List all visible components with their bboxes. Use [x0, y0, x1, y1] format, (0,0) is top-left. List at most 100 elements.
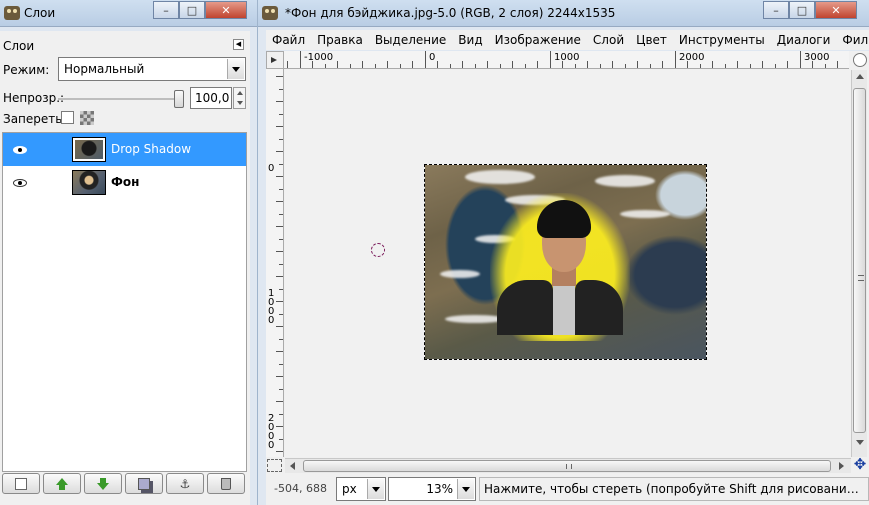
opacity-track — [58, 98, 182, 100]
ruler-tick — [276, 176, 283, 177]
delete-layer-icon — [221, 478, 231, 490]
ruler-menu-button[interactable] — [266, 51, 284, 69]
ruler-tick — [637, 61, 638, 68]
raise-layer-button[interactable] — [43, 473, 81, 494]
ruler-tick — [287, 61, 288, 68]
scroll-thumb[interactable] — [853, 88, 866, 433]
dock-title: Слои — [3, 39, 35, 53]
menu-view[interactable]: Вид — [452, 30, 488, 50]
ruler-tick — [424, 51, 426, 68]
ruler-tick — [276, 151, 283, 152]
ruler-tick — [837, 61, 838, 68]
vertical-scrollbar[interactable] — [851, 70, 867, 457]
scroll-thumb[interactable] — [303, 460, 831, 472]
mode-label: Режим: — [3, 63, 50, 77]
layer-row[interactable]: Фон — [3, 166, 246, 199]
ruler-tick — [799, 51, 801, 68]
scroll-left-icon[interactable] — [290, 462, 295, 470]
horizontal-ruler[interactable]: -1000 0 1000 2000 3000 — [284, 51, 849, 69]
duplicate-layer-icon — [138, 478, 150, 490]
ruler-label: 2000 — [679, 52, 705, 63]
status-message: Нажмите, чтобы стереть (попробуйте Shift… — [479, 477, 869, 501]
unit-select[interactable]: px — [336, 477, 386, 501]
minimize-button[interactable]: – — [763, 1, 789, 19]
ruler-tick — [324, 64, 326, 68]
ruler-tick — [774, 64, 776, 68]
layer-button-bar: ⚓ — [2, 473, 249, 497]
menu-dialogs[interactable]: Диалоги — [771, 30, 837, 50]
maximize-button[interactable]: □ — [789, 1, 815, 19]
image-titlebar[interactable]: *Фон для бэйджика.jpg-5.0 (RGB, 2 слоя) … — [258, 0, 869, 27]
ruler-tick — [499, 64, 501, 68]
ruler-tick — [787, 61, 788, 68]
chevron-down-icon[interactable] — [457, 479, 474, 499]
duplicate-layer-button[interactable] — [125, 473, 163, 494]
ruler-tick — [276, 76, 283, 77]
layer-row[interactable]: Drop Shadow — [3, 133, 246, 166]
image-canvas[interactable] — [285, 70, 850, 457]
minimize-button[interactable]: – — [153, 1, 179, 19]
hair — [537, 200, 591, 238]
ruler-tick — [662, 61, 663, 68]
terrain-detail — [595, 175, 655, 187]
delete-layer-button[interactable] — [207, 473, 245, 494]
horizontal-scrollbar[interactable] — [285, 458, 851, 473]
menu-select[interactable]: Выделение — [369, 30, 452, 50]
ruler-label: 0 — [268, 163, 275, 174]
scroll-down-icon[interactable] — [856, 440, 864, 445]
menu-image[interactable]: Изображение — [489, 30, 587, 50]
layer-list: Drop Shadow Фон — [2, 132, 247, 472]
anchor-layer-button[interactable]: ⚓ — [166, 473, 204, 494]
ruler-tick — [449, 64, 451, 68]
grip-icon — [566, 464, 572, 469]
chevron-down-icon[interactable] — [367, 479, 384, 499]
ruler-tick — [279, 263, 283, 265]
ruler-tick — [624, 64, 626, 68]
menu-layer[interactable]: Слой — [587, 30, 630, 50]
dock-menu-icon[interactable]: ◀ — [233, 39, 244, 50]
quick-mask-button[interactable] — [267, 459, 282, 472]
opacity-input[interactable]: 100,0 — [190, 87, 232, 109]
menu-edit[interactable]: Правка — [311, 30, 369, 50]
ruler-tick — [312, 61, 313, 68]
ruler-tick — [276, 251, 283, 252]
maximize-button[interactable]: □ — [179, 1, 205, 19]
ruler-tick — [279, 438, 283, 440]
new-layer-icon — [15, 478, 27, 490]
ruler-tick — [276, 276, 283, 277]
ruler-tick — [574, 64, 576, 68]
layers-window: Слои – □ ✕ Слои ◀ Режим: Нормальный Непр… — [0, 0, 257, 505]
ruler-tick — [299, 51, 301, 68]
lock-alpha-checkbox[interactable] — [61, 111, 74, 124]
vertical-ruler[interactable]: 0 1000 2000 — [266, 69, 284, 457]
scroll-right-icon[interactable] — [839, 462, 844, 470]
zoom-lock-icon[interactable] — [853, 53, 867, 67]
menu-colors[interactable]: Цвет — [630, 30, 673, 50]
layer-name: Фон — [111, 175, 140, 189]
opacity-slider[interactable] — [58, 90, 186, 108]
menu-tools[interactable]: Инструменты — [673, 30, 771, 50]
ruler-tick — [599, 64, 601, 68]
close-button[interactable]: ✕ — [815, 1, 857, 19]
eye-icon[interactable] — [13, 179, 27, 187]
opacity-thumb[interactable] — [174, 90, 184, 108]
close-button[interactable]: ✕ — [205, 1, 247, 19]
chevron-down-icon[interactable] — [227, 59, 244, 79]
ruler-tick — [612, 61, 613, 68]
menu-bar: Файл Правка Выделение Вид Изображение Сл… — [266, 30, 869, 50]
menu-file[interactable]: Файл — [266, 30, 311, 50]
lower-layer-button[interactable] — [84, 473, 122, 494]
ruler-label: -1000 — [304, 52, 334, 63]
scroll-up-icon[interactable] — [856, 74, 864, 79]
opacity-spinner[interactable] — [233, 87, 246, 109]
ruler-tick — [279, 88, 283, 90]
menu-filters[interactable]: Фильтры — [836, 30, 869, 50]
zoom-select[interactable]: 13% — [388, 477, 476, 501]
layers-titlebar[interactable]: Слои – □ ✕ — [0, 0, 257, 27]
new-layer-button[interactable] — [2, 473, 40, 494]
ruler-tick — [349, 64, 351, 68]
eye-icon[interactable] — [13, 146, 27, 154]
navigate-icon[interactable]: ✥ — [852, 456, 868, 472]
image-layer[interactable] — [424, 164, 707, 360]
mode-select[interactable]: Нормальный — [58, 57, 246, 81]
